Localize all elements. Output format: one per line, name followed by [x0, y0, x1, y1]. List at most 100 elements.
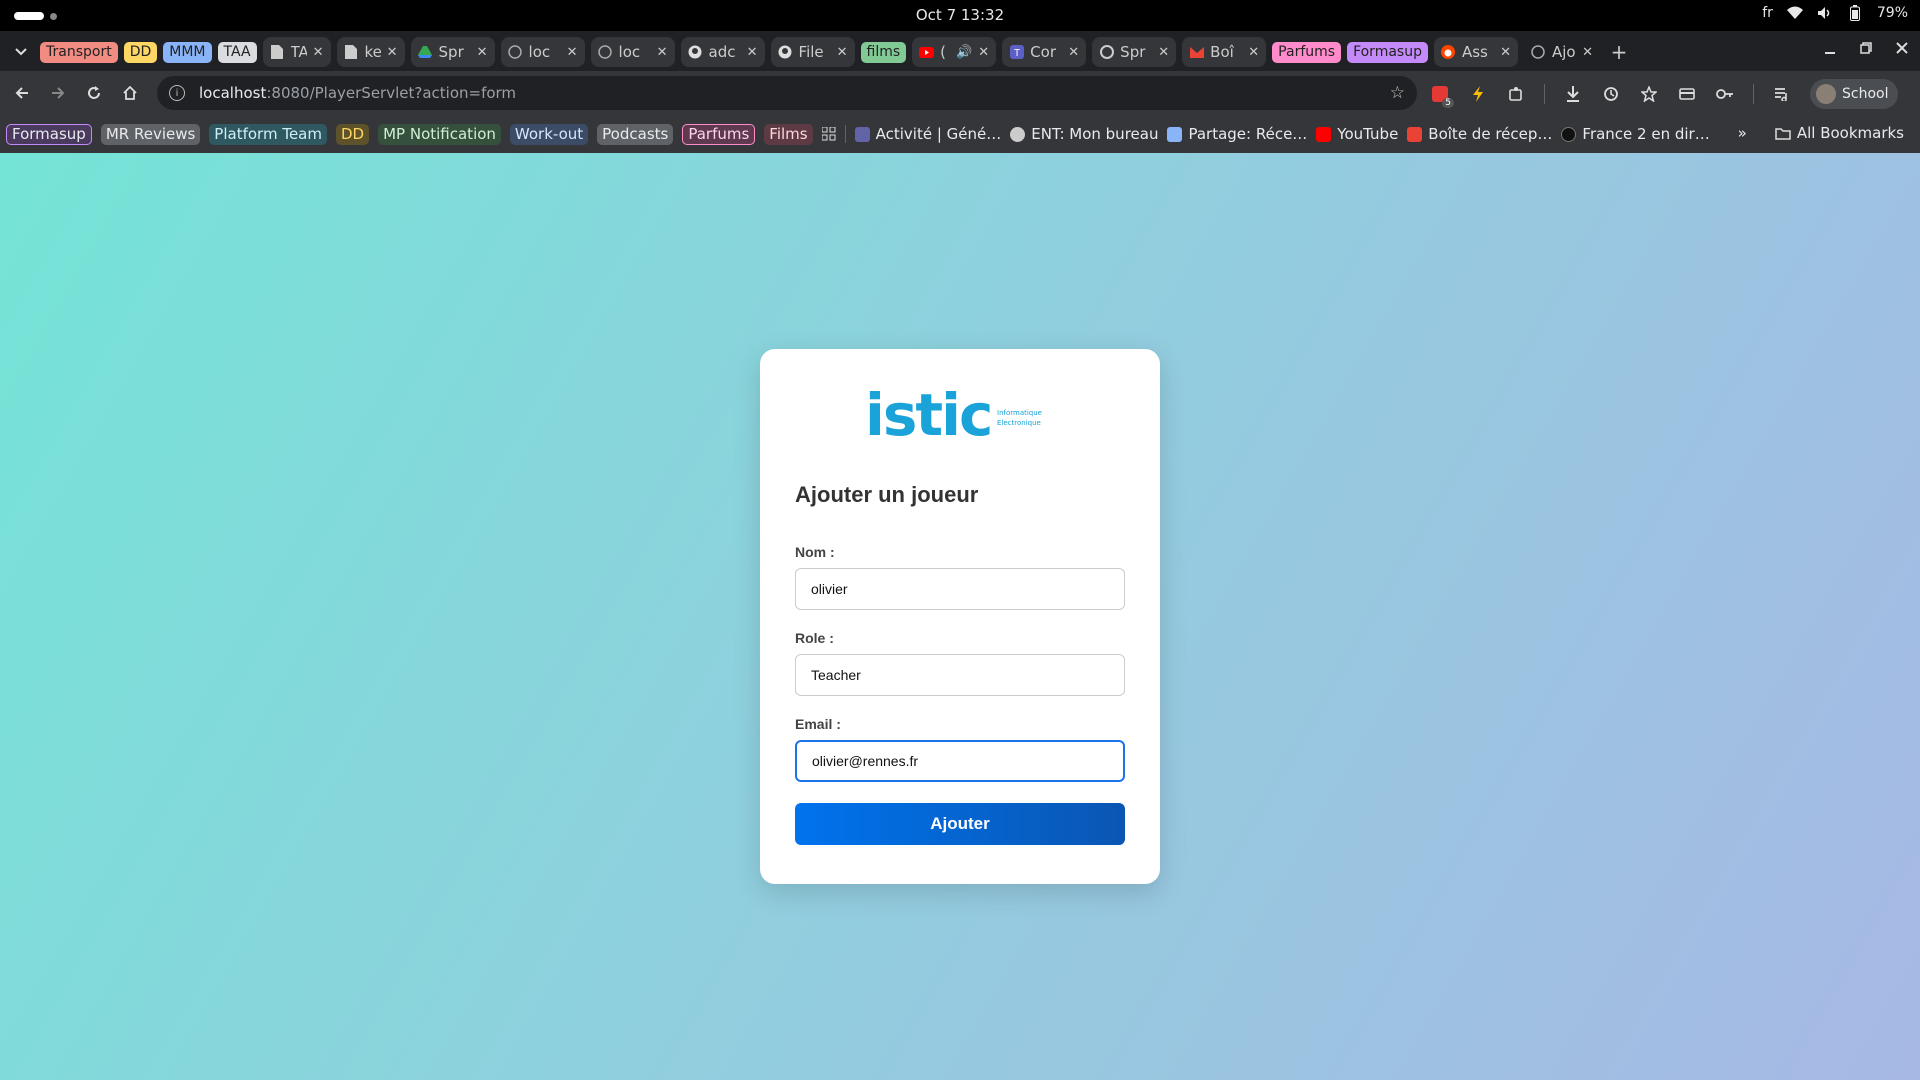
ajouter-button[interactable]: Ajouter [795, 803, 1125, 845]
back-arrow-icon[interactable] [4, 75, 40, 111]
new-tab-button[interactable]: + [1606, 39, 1632, 65]
tab-group-taa[interactable]: TAA [217, 41, 257, 63]
more-menu-icon[interactable] [1916, 84, 1920, 104]
bookmark-partage[interactable]: Partage: Réce… [1167, 125, 1307, 143]
globe-icon [1531, 45, 1546, 60]
browser-tab[interactable]: loc ✕ [500, 37, 585, 67]
extensions-puzzle-icon[interactable] [1506, 84, 1526, 104]
browser-tab[interactable]: loc ✕ [590, 37, 675, 67]
browser-tab[interactable]: TA/ ✕ [262, 37, 331, 67]
bookmark-youtube[interactable]: YouTube [1316, 125, 1398, 143]
bookmark-group-podcasts[interactable]: Podcasts [597, 123, 674, 145]
openai-icon [1099, 45, 1114, 60]
extension-badge: 5 [1442, 98, 1454, 108]
email-field[interactable] [795, 740, 1125, 782]
language-indicator[interactable]: fr [1762, 5, 1773, 21]
bookmark-group-work-out[interactable]: Work-out [509, 123, 589, 145]
bookmark-france2[interactable]: France 2 en dir… [1561, 125, 1710, 143]
site-info-icon[interactable]: i [169, 85, 185, 101]
close-tab-icon[interactable]: ✕ [1158, 45, 1169, 60]
doc-icon [270, 45, 285, 60]
bookmark-group-films[interactable]: Films [764, 123, 813, 145]
close-window-icon[interactable] [1894, 40, 1910, 56]
bookmark-star-icon[interactable]: ☆ [1390, 83, 1405, 103]
browser-tab[interactable]: Spr ✕ [410, 37, 495, 67]
apps-grid-icon[interactable] [821, 127, 836, 141]
tab-group-parfums[interactable]: Parfums [1272, 41, 1342, 63]
downloads-icon[interactable] [1563, 84, 1583, 104]
browser-tab[interactable]: adc ✕ [680, 37, 765, 67]
toolbar-divider [1753, 84, 1754, 104]
reload-icon[interactable] [76, 75, 112, 111]
speaker-icon[interactable]: 🔊 [956, 45, 972, 60]
close-tab-icon[interactable]: ✕ [978, 45, 989, 60]
bookmark-ent[interactable]: ENT: Mon bureau [1010, 125, 1158, 143]
forward-arrow-icon[interactable] [40, 75, 76, 111]
bookmark-group-dd[interactable]: DD [335, 123, 370, 145]
bookmarks-manager-icon[interactable] [1639, 84, 1659, 104]
nom-field[interactable] [795, 568, 1125, 610]
more-bookmarks-chevron-icon[interactable]: » [1738, 124, 1747, 142]
tab-group-films[interactable]: films [860, 41, 907, 63]
tab-group-transport[interactable]: Transport [40, 41, 118, 63]
media-queue-icon[interactable] [1772, 84, 1792, 104]
minimize-icon[interactable] [1822, 40, 1838, 56]
close-tab-icon[interactable]: ✕ [747, 45, 758, 60]
bookmark-group-mp-notification[interactable]: MP Notification [378, 123, 501, 145]
tab-title: Spr [438, 43, 464, 61]
extension-pdf-icon[interactable]: 5 [1430, 84, 1454, 108]
bookmarks-divider [844, 125, 846, 143]
browser-tab-active[interactable]: Ajo ✕ [1524, 37, 1600, 67]
history-icon[interactable] [1601, 84, 1621, 104]
bookmark-label: YouTube [1337, 125, 1399, 143]
close-tab-icon[interactable]: ✕ [477, 45, 488, 60]
tab-group-mmm[interactable]: MMM [163, 41, 212, 63]
home-icon[interactable] [112, 75, 148, 111]
gmail-icon [1189, 45, 1204, 60]
bookmark-group-platform-team[interactable]: Platform Team [209, 123, 327, 145]
bookmark-gmail[interactable]: Boîte de récep… [1407, 125, 1552, 143]
close-tab-icon[interactable]: ✕ [837, 45, 848, 60]
close-tab-icon[interactable]: ✕ [1582, 45, 1593, 60]
all-bookmarks-folder[interactable]: All Bookmarks [1775, 124, 1904, 142]
browser-tab[interactable]: Ass ✕ [1433, 37, 1518, 67]
tab-group-label: films [866, 44, 901, 60]
system-tray[interactable]: fr 79% [1762, 5, 1908, 21]
address-bar[interactable]: i localhost:8080/PlayerServlet?action=fo… [157, 76, 1417, 110]
tab-group-formasup[interactable]: Formasup [1347, 41, 1428, 63]
tab-group-dd[interactable]: DD [123, 41, 158, 63]
payment-card-icon[interactable] [1677, 84, 1697, 104]
bookmark-group-parfums[interactable]: Parfums [682, 123, 756, 145]
profile-button[interactable]: School [1810, 79, 1899, 109]
tab-search-button[interactable] [8, 39, 34, 65]
page-viewport: istic Informatique Electronique Ajouter … [0, 153, 1920, 1080]
restore-icon[interactable] [1858, 40, 1874, 56]
browser-tab[interactable]: key ✕ [336, 37, 405, 67]
youtube-icon [1316, 126, 1332, 142]
gmail-icon [1407, 126, 1423, 142]
browser-tab[interactable]: Boî ✕ [1182, 37, 1267, 67]
ent-icon [1010, 126, 1026, 142]
tab-group-label: Transport [46, 44, 112, 60]
browser-tab[interactable]: T Cor ✕ [1002, 37, 1087, 67]
clock[interactable]: Oct 7 13:32 [0, 6, 1920, 24]
tab-group-label: TAA [223, 44, 251, 60]
browser-tab[interactable]: ( 🔊 ✕ [912, 37, 997, 67]
bookmark-group-mr-reviews[interactable]: MR Reviews [100, 123, 201, 145]
extension-bolt-icon[interactable] [1468, 84, 1488, 104]
browser-tab[interactable]: File ✕ [770, 37, 855, 67]
close-tab-icon[interactable]: ✕ [567, 45, 578, 60]
folder-icon [1775, 127, 1791, 140]
password-key-icon[interactable] [1715, 84, 1735, 104]
role-field[interactable] [795, 654, 1125, 696]
close-tab-icon[interactable]: ✕ [1248, 45, 1259, 60]
bookmark-activite[interactable]: Activité | Géné… [854, 125, 1001, 143]
bookmark-group-formasup[interactable]: Formasup [6, 123, 92, 145]
globe-icon [598, 45, 613, 60]
close-tab-icon[interactable]: ✕ [1500, 45, 1511, 60]
close-tab-icon[interactable]: ✕ [1068, 45, 1079, 60]
close-tab-icon[interactable]: ✕ [657, 45, 668, 60]
close-tab-icon[interactable]: ✕ [387, 45, 398, 60]
close-tab-icon[interactable]: ✕ [313, 45, 324, 60]
browser-tab[interactable]: Spr ✕ [1092, 37, 1177, 67]
